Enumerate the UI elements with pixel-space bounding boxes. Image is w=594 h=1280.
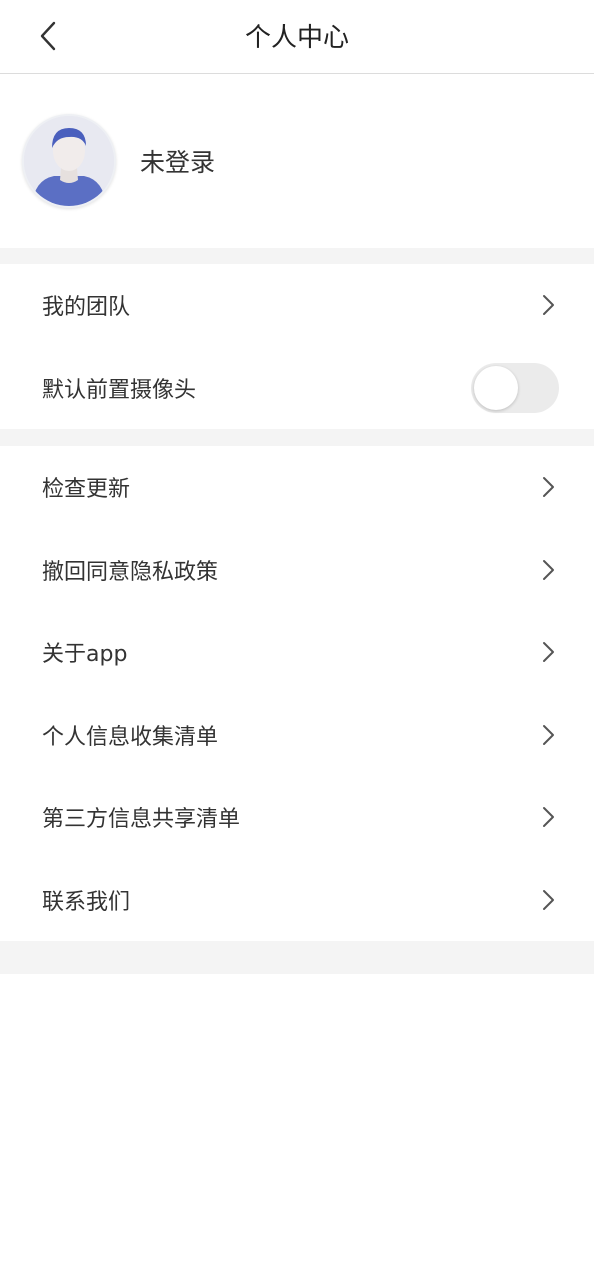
section-divider	[0, 941, 594, 974]
chevron-right-icon	[540, 293, 556, 317]
menu-item-my-team[interactable]: 我的团队	[0, 264, 594, 347]
menu-item-check-update[interactable]: 检查更新	[0, 446, 594, 529]
chevron-right-icon	[540, 475, 556, 499]
menu-item-label: 个人信息收集清单	[42, 724, 219, 750]
menu-item-contact-us[interactable]: 联系我们	[0, 858, 594, 941]
chevron-right-icon	[540, 723, 556, 747]
chevron-left-icon	[40, 21, 56, 51]
toggle-knob	[474, 365, 518, 410]
page-title: 个人中心	[244, 23, 349, 53]
chevron-right-icon	[540, 558, 556, 582]
section-divider	[0, 429, 594, 446]
menu-item-third-party-sharing[interactable]: 第三方信息共享清单	[0, 776, 594, 859]
profile-section[interactable]: 未登录	[0, 74, 594, 248]
chevron-right-icon	[540, 888, 556, 912]
menu-item-revoke-privacy[interactable]: 撤回同意隐私政策	[0, 528, 594, 611]
setting-label: 默认前置摄像头	[42, 377, 197, 403]
menu-item-label: 联系我们	[42, 889, 131, 915]
menu-item-label: 我的团队	[42, 295, 131, 321]
back-button[interactable]	[28, 16, 68, 56]
menu-item-personal-info-list[interactable]: 个人信息收集清单	[0, 693, 594, 776]
menu-item-label: 第三方信息共享清单	[42, 807, 241, 833]
section-divider	[0, 248, 594, 264]
menu-item-label: 关于app	[42, 642, 128, 668]
setting-front-camera: 默认前置摄像头	[0, 346, 594, 429]
avatar[interactable]	[22, 114, 116, 208]
top-navigation-bar: 个人中心	[0, 0, 594, 74]
front-camera-toggle[interactable]	[471, 362, 559, 413]
user-avatar-icon	[24, 116, 114, 206]
menu-item-about-app[interactable]: 关于app	[0, 611, 594, 694]
menu-item-label: 撤回同意隐私政策	[42, 559, 219, 585]
chevron-right-icon	[540, 640, 556, 664]
login-status-text[interactable]: 未登录	[140, 143, 215, 179]
menu-item-label: 检查更新	[42, 477, 131, 503]
chevron-right-icon	[540, 805, 556, 829]
